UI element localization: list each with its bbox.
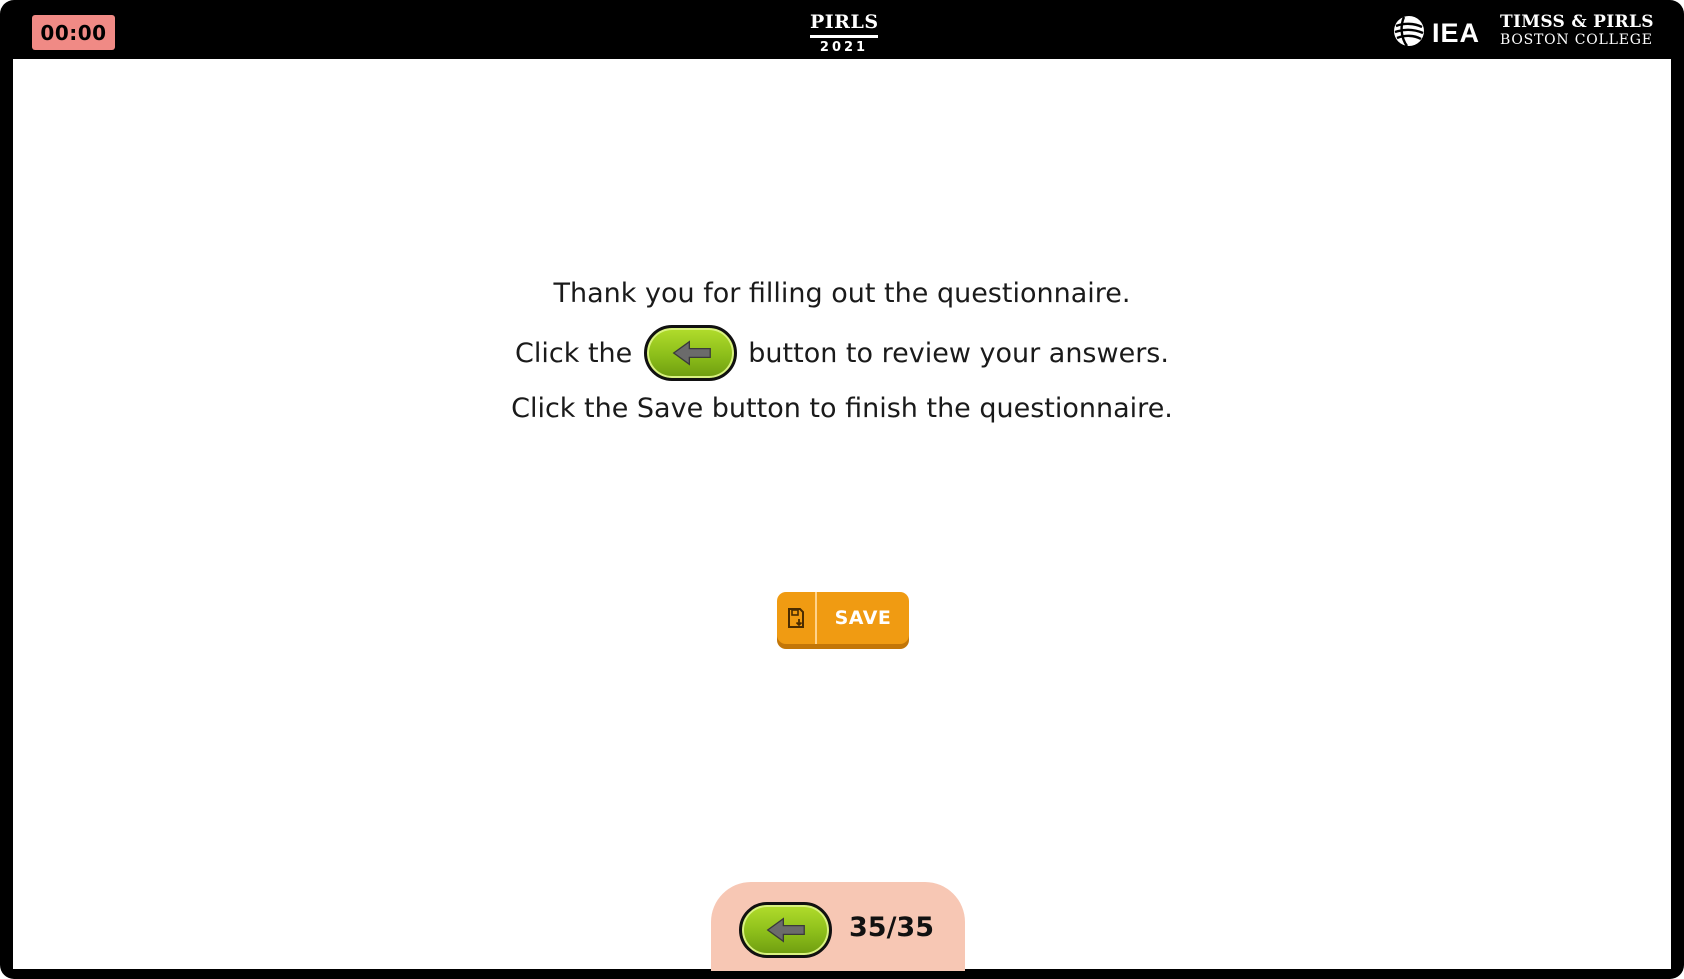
arrow-left-icon — [644, 325, 738, 381]
timss-pirls-center-logo: TIMSS & PIRLS BOSTON COLLEGE — [1500, 13, 1654, 49]
review-instruction: Click the button to review your answers. — [0, 325, 1684, 381]
globe-icon — [1392, 14, 1426, 52]
iea-logo: IEA — [1392, 16, 1480, 50]
thank-you-message: Thank you for filling out the questionna… — [553, 278, 1131, 309]
save-instruction: Click the Save button to finish the ques… — [511, 393, 1173, 424]
arrow-left-icon — [739, 902, 832, 958]
app-frame: 00:00 PIRLS 2021 IEA TIMSS & PIRLS BOSTO… — [0, 0, 1684, 979]
page-counter: 35/35 — [849, 912, 935, 943]
iea-logo-text: IEA — [1432, 17, 1481, 48]
page-navigation: 35/35 — [711, 882, 965, 971]
center-logo-line1: TIMSS & PIRLS — [1500, 12, 1654, 32]
back-button[interactable] — [739, 902, 832, 958]
pirls-logo-rule — [810, 35, 878, 38]
save-button-label: SAVE — [834, 607, 892, 629]
pirls-logo-year: 2021 — [819, 40, 869, 55]
main-content — [13, 59, 1671, 969]
save-icon — [777, 592, 817, 644]
pirls-logo-name: PIRLS — [810, 11, 879, 33]
review-instruction-after: button to review your answers. — [748, 337, 1169, 369]
center-logo-line2: BOSTON COLLEGE — [1500, 32, 1653, 48]
review-instruction-before: Click the — [515, 337, 633, 369]
save-button[interactable]: SAVE — [777, 592, 909, 644]
pirls-logo: PIRLS 2021 — [810, 10, 878, 58]
timer: 00:00 — [32, 15, 115, 50]
back-button-illustration — [644, 325, 738, 381]
